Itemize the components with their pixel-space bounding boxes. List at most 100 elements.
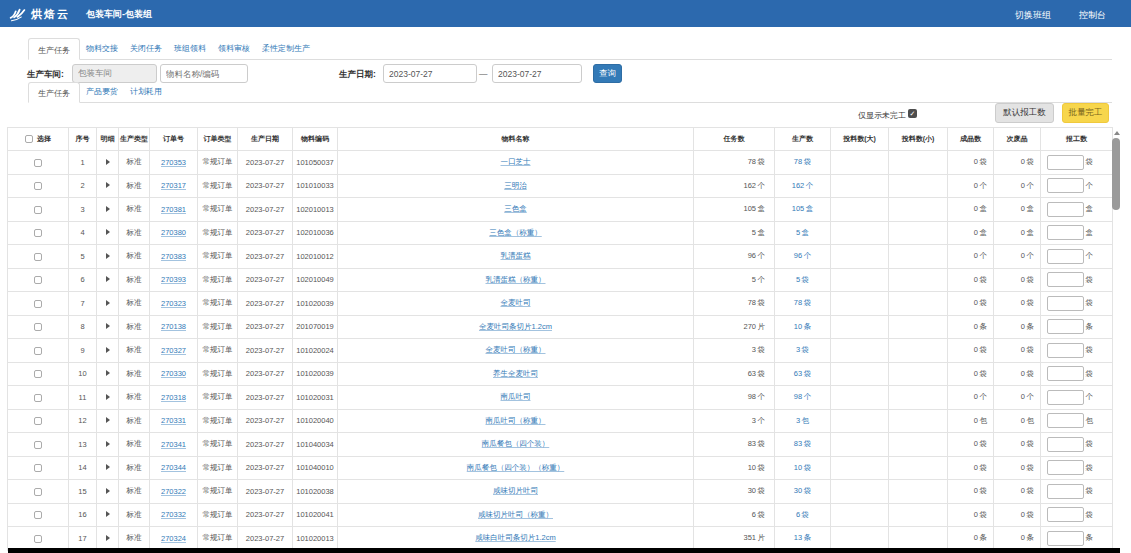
- expand-row-icon[interactable]: [106, 488, 110, 494]
- row-checkbox[interactable]: [34, 276, 42, 284]
- scrollbar-up-icon[interactable]: [1112, 129, 1121, 137]
- order-no-link[interactable]: 270317: [161, 181, 186, 190]
- order-no-link[interactable]: 270380: [161, 228, 186, 237]
- row-checkbox[interactable]: [34, 253, 42, 261]
- row-checkbox[interactable]: [34, 300, 42, 308]
- expand-row-icon[interactable]: [106, 370, 110, 376]
- row-checkbox[interactable]: [34, 159, 42, 167]
- material-name-link[interactable]: 咸味切片吐司（称重）: [478, 510, 553, 519]
- row-checkbox[interactable]: [34, 182, 42, 190]
- expand-row-icon[interactable]: [106, 511, 110, 517]
- expand-row-icon[interactable]: [106, 417, 110, 423]
- material-name-link[interactable]: 全麦吐司条切片1.2cm: [479, 322, 552, 331]
- scrollbar-thumb[interactable]: [1112, 138, 1120, 210]
- main-tab-5[interactable]: 柔性定制生产: [256, 37, 316, 59]
- expand-row-icon[interactable]: [106, 441, 110, 447]
- material-name-link[interactable]: 咸味白吐司条切片1.2cm: [475, 533, 555, 542]
- row-checkbox[interactable]: [34, 347, 42, 355]
- order-no-link[interactable]: 270344: [161, 463, 186, 472]
- main-tab-0[interactable]: 生产任务: [28, 38, 80, 60]
- order-no-link[interactable]: 270322: [161, 487, 186, 496]
- report-qty-input[interactable]: [1047, 531, 1084, 546]
- material-name-link[interactable]: 三色盒（称重）: [489, 228, 542, 237]
- report-qty-input[interactable]: [1047, 437, 1084, 452]
- batch-finish-button[interactable]: 批量完工: [1062, 103, 1109, 123]
- material-name-link[interactable]: 养生全麦吐司: [493, 369, 538, 378]
- order-no-link[interactable]: 270353: [161, 158, 186, 167]
- report-qty-input[interactable]: [1047, 178, 1084, 193]
- main-tab-2[interactable]: 关闭任务: [124, 37, 168, 59]
- material-name-link[interactable]: 乳清蛋糕: [501, 251, 531, 260]
- only-unfinished-checkbox[interactable]: ✓: [908, 109, 917, 118]
- report-qty-input[interactable]: [1047, 460, 1084, 475]
- report-qty-input[interactable]: [1047, 343, 1084, 358]
- report-qty-input[interactable]: [1047, 413, 1084, 428]
- report-qty-input[interactable]: [1047, 507, 1084, 522]
- row-checkbox[interactable]: [34, 370, 42, 378]
- row-checkbox[interactable]: [34, 417, 42, 425]
- report-qty-input[interactable]: [1047, 272, 1084, 287]
- switch-team-link[interactable]: 切换班组: [1015, 9, 1051, 22]
- row-checkbox[interactable]: [34, 441, 42, 449]
- expand-row-icon[interactable]: [106, 229, 110, 235]
- expand-row-icon[interactable]: [106, 253, 110, 259]
- material-name-link[interactable]: 乳清蛋糕（称重）: [486, 275, 546, 284]
- row-checkbox[interactable]: [34, 511, 42, 519]
- console-link[interactable]: 控制台: [1079, 9, 1106, 22]
- report-qty-input[interactable]: [1047, 225, 1084, 240]
- row-checkbox[interactable]: [34, 535, 42, 543]
- report-qty-input[interactable]: [1047, 249, 1084, 264]
- material-name-link[interactable]: 全麦吐司（称重）: [486, 345, 546, 354]
- material-name-link[interactable]: 南瓜餐包（四个装）（称重）: [467, 463, 565, 472]
- expand-row-icon[interactable]: [106, 206, 110, 212]
- main-tab-4[interactable]: 领料审核: [212, 37, 256, 59]
- expand-row-icon[interactable]: [106, 182, 110, 188]
- expand-row-icon[interactable]: [106, 464, 110, 470]
- order-no-link[interactable]: 270393: [161, 275, 186, 284]
- expand-row-icon[interactable]: [106, 159, 110, 165]
- order-no-link[interactable]: 270383: [161, 252, 186, 261]
- order-no-link[interactable]: 270323: [161, 299, 186, 308]
- expand-row-icon[interactable]: [106, 276, 110, 282]
- expand-row-icon[interactable]: [106, 323, 110, 329]
- order-no-link[interactable]: 270324: [161, 534, 186, 543]
- report-qty-input[interactable]: [1047, 319, 1084, 334]
- expand-row-icon[interactable]: [106, 394, 110, 400]
- sub-tab-2[interactable]: 计划耗用: [124, 81, 168, 102]
- row-checkbox[interactable]: [34, 323, 42, 331]
- row-checkbox[interactable]: [34, 464, 42, 472]
- main-tab-3[interactable]: 班组领料: [168, 37, 212, 59]
- order-no-link[interactable]: 270341: [161, 440, 186, 449]
- row-checkbox[interactable]: [34, 206, 42, 214]
- material-name-link[interactable]: 南瓜餐包（四个装）: [482, 439, 550, 448]
- order-no-link[interactable]: 270332: [161, 510, 186, 519]
- material-name-link[interactable]: 三色盒: [504, 204, 527, 213]
- default-report-button[interactable]: 默认报工数: [995, 103, 1054, 123]
- order-no-link[interactable]: 270138: [161, 322, 186, 331]
- report-qty-input[interactable]: [1047, 155, 1084, 170]
- expand-row-icon[interactable]: [106, 300, 110, 306]
- order-no-link[interactable]: 270381: [161, 205, 186, 214]
- row-checkbox[interactable]: [34, 488, 42, 496]
- row-checkbox[interactable]: [34, 229, 42, 237]
- material-name-link[interactable]: 一口芝士: [501, 157, 531, 166]
- expand-row-icon[interactable]: [106, 347, 110, 353]
- report-qty-input[interactable]: [1047, 390, 1084, 405]
- order-no-link[interactable]: 270330: [161, 369, 186, 378]
- report-qty-input[interactable]: [1047, 484, 1084, 499]
- report-qty-input[interactable]: [1047, 202, 1084, 217]
- order-no-link[interactable]: 270331: [161, 416, 186, 425]
- select-all-checkbox[interactable]: [25, 135, 33, 143]
- material-name-link[interactable]: 三明治: [504, 181, 527, 190]
- material-name-link[interactable]: 咸味切片吐司: [493, 486, 538, 495]
- material-name-link[interactable]: 全麦吐司: [501, 298, 531, 307]
- material-name-link[interactable]: 南瓜吐司（称重）: [486, 416, 546, 425]
- sub-tab-1[interactable]: 产品要货: [80, 81, 124, 102]
- report-qty-input[interactable]: [1047, 296, 1084, 311]
- main-tab-1[interactable]: 物料交接: [80, 37, 124, 59]
- expand-row-icon[interactable]: [106, 535, 110, 541]
- report-qty-input[interactable]: [1047, 366, 1084, 381]
- order-no-link[interactable]: 270318: [161, 393, 186, 402]
- row-checkbox[interactable]: [34, 394, 42, 402]
- material-name-link[interactable]: 南瓜吐司: [501, 392, 531, 401]
